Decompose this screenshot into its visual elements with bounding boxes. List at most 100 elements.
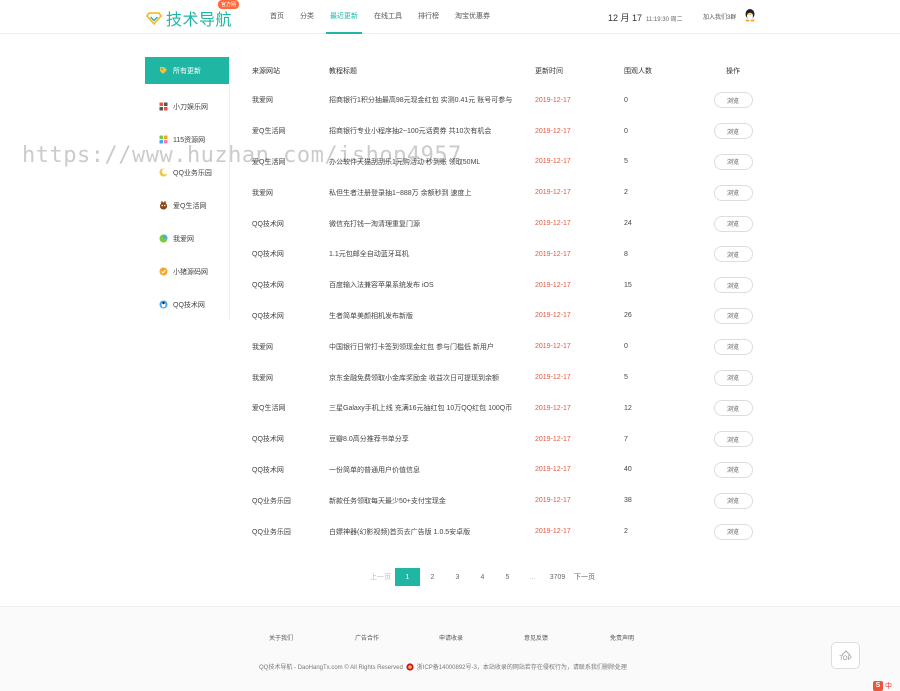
back-to-top-button[interactable]: TOP — [831, 642, 860, 669]
row-title[interactable]: 中国银行日常打卡签到领现金红包 参与门槛低 新用户 — [329, 342, 535, 352]
row-title[interactable]: 招商银行1积分抽最高98元现金红包 实测0.41元 账号可参与 — [329, 95, 535, 105]
row-title[interactable]: 京东金融免费领取小金库奖励金 收益次日可提现到余额 — [329, 373, 535, 383]
row-source[interactable]: QQ技术网 — [252, 219, 329, 229]
page-button-3[interactable]: 3 — [445, 568, 470, 586]
grid-icon — [159, 102, 168, 111]
row-date: 2019-12-17 — [535, 96, 571, 104]
top-label: TOP — [839, 655, 852, 662]
nav-category[interactable]: 分类 — [292, 0, 322, 34]
row-action: 浏览 — [709, 369, 757, 386]
table-row: QQ业务乐园 白嫖神器(幻影视频)首页去广告版 1.0.5安卓版 2019-12-1… — [252, 516, 757, 547]
view-button[interactable]: 浏览 — [713, 153, 753, 170]
row-title[interactable]: 私但生者注册登录抽1~888万 余额秒到 速度上 — [329, 188, 535, 198]
view-button[interactable]: 浏览 — [713, 246, 753, 263]
nav-ranking[interactable]: 排行榜 — [410, 0, 447, 34]
site-logo[interactable]: 技术导航 官方网 — [146, 0, 240, 30]
row-source[interactable]: 我爱网 — [252, 342, 329, 352]
footer-link-disclaimer[interactable]: 免责声明 — [610, 633, 634, 642]
view-button[interactable]: 浏览 — [713, 431, 753, 448]
row-title[interactable]: 新款任务领取每天最少50+支付宝现金 — [329, 496, 535, 506]
view-button[interactable]: 浏览 — [713, 123, 753, 140]
view-button[interactable]: 浏览 — [713, 492, 753, 509]
row-source[interactable]: 爱Q生活网 — [252, 157, 329, 167]
row-source[interactable]: 爱Q生活网 — [252, 403, 329, 413]
nav-recent-updates[interactable]: 最近更新 — [322, 0, 366, 34]
sidebar-item-qq-business[interactable]: QQ业务乐园 — [145, 156, 229, 189]
view-button[interactable]: 浏览 — [713, 369, 753, 386]
row-source[interactable]: QQ技术网 — [252, 249, 329, 259]
row-source[interactable]: QQ技术网 — [252, 465, 329, 475]
row-source[interactable]: QQ技术网 — [252, 311, 329, 321]
row-views: 0 — [624, 127, 628, 135]
row-action: 浏览 — [709, 523, 757, 540]
view-button[interactable]: 浏览 — [713, 277, 753, 294]
row-title[interactable]: 办公软件天猫刮刮乐1元购活动 秒到账 领取50ML — [329, 157, 535, 167]
row-date: 2019-12-17 — [535, 497, 571, 505]
nav-taobao-coupons[interactable]: 淘宝优惠券 — [447, 0, 498, 34]
view-button[interactable]: 浏览 — [713, 92, 753, 109]
row-title[interactable]: 微信充打钱一淘清理重复门源 — [329, 219, 535, 229]
page-button-last[interactable]: 3709 — [545, 568, 570, 586]
icp-text[interactable]: 浙ICP备14000892号-3，本站收录的网站若存在侵权行为，请联系我们删除处… — [417, 662, 627, 671]
sidebar-item-115[interactable]: 115资源网 — [145, 123, 229, 156]
sidebar-item-xiaodao[interactable]: 小刀娱乐网 — [145, 90, 229, 123]
row-source[interactable]: 我爱网 — [252, 373, 329, 383]
view-button[interactable]: 浏览 — [713, 400, 753, 417]
sidebar-item-label: 小刀娱乐网 — [173, 103, 208, 111]
row-date: 2019-12-17 — [535, 374, 571, 382]
row-title[interactable]: 一份简单的普通用户价值信息 — [329, 465, 535, 475]
row-source[interactable]: 我爱网 — [252, 95, 329, 105]
nav-home[interactable]: 首页 — [262, 0, 292, 34]
row-source[interactable]: 爱Q生活网 — [252, 126, 329, 136]
view-button[interactable]: 浏览 — [713, 184, 753, 201]
page-button-4[interactable]: 4 — [470, 568, 495, 586]
row-title[interactable]: 招商银行专业小程序抽2~100元话费券 共10次有机会 — [329, 126, 535, 136]
page-button-1[interactable]: 1 — [395, 568, 420, 586]
view-button[interactable]: 浏览 — [713, 461, 753, 478]
row-date: 2019-12-17 — [535, 189, 571, 197]
header-date: 12 月 17 11:19:30 周二 — [608, 11, 683, 24]
row-title[interactable]: 1.1元包邮全自动蓝牙耳机 — [329, 249, 535, 259]
footer-link-about[interactable]: 关于我们 — [269, 633, 293, 642]
police-badge-icon — [406, 662, 414, 671]
sidebar-item-all[interactable]: 所有更新 — [145, 57, 229, 84]
row-source[interactable]: QQ技术网 — [252, 280, 329, 290]
footer-link-submit[interactable]: 申请收录 — [439, 633, 463, 642]
sidebar-item-aiq[interactable]: 爱Q生活网 — [145, 189, 229, 222]
table-row: QQ技术网 一份简单的普通用户价值信息 2019-12-17 40 浏览 — [252, 455, 757, 486]
prev-page-button[interactable]: 上一页 — [366, 568, 395, 586]
ime-indicator[interactable]: S 中 — [873, 680, 897, 691]
row-title[interactable]: 百度输入法兼容苹果系统发布 iOS — [329, 280, 535, 290]
row-action: 浏览 — [709, 461, 757, 478]
row-title[interactable]: 白嫖神器(幻影视频)首页去广告版 1.0.5安卓版 — [329, 527, 535, 537]
table-row: 我爱网 中国银行日常打卡签到领现金红包 参与门槛低 新用户 2019-12-17 0 浏… — [252, 331, 757, 362]
footer-link-ads[interactable]: 广告合作 — [355, 633, 379, 642]
header-action: 操作 — [726, 68, 740, 75]
join-group-link[interactable]: 加入我们3群 — [703, 12, 736, 21]
view-button[interactable]: 浏览 — [713, 307, 753, 324]
row-source[interactable]: QQ技术网 — [252, 434, 329, 444]
sidebar-item-woai[interactable]: 我爱网 — [145, 222, 229, 255]
sidebar-item-qq-tech[interactable]: QQ技术网 — [145, 288, 229, 321]
next-page-button[interactable]: 下一页 — [570, 568, 599, 586]
row-date: 2019-12-17 — [535, 127, 571, 135]
view-button[interactable]: 浏览 — [713, 523, 753, 540]
qq-penguin-icon[interactable] — [744, 8, 756, 22]
view-button[interactable]: 浏览 — [713, 338, 753, 355]
row-source[interactable]: QQ业务乐园 — [252, 527, 329, 537]
row-source[interactable]: 我爱网 — [252, 188, 329, 198]
row-action: 浏览 — [709, 307, 757, 324]
row-title[interactable]: 三星Galaxy手机上线 充满16元抽红包 10万QQ红包 100Q币 — [329, 403, 535, 413]
table-row: 我爱网 私但生者注册登录抽1~888万 余额秒到 速度上 2019-12-17 2 浏览 — [252, 177, 757, 208]
sidebar-item-label: 我爱网 — [173, 235, 194, 243]
sidebar-item-xiaozhu[interactable]: 小猪源码网 — [145, 255, 229, 288]
nav-online-tools[interactable]: 在线工具 — [366, 0, 410, 34]
table-row: QQ技术网 百度输入法兼容苹果系统发布 iOS 2019-12-17 15 浏览 — [252, 270, 757, 301]
page-button-2[interactable]: 2 — [420, 568, 445, 586]
page-button-5[interactable]: 5 — [495, 568, 520, 586]
row-title[interactable]: 豆瓣8.0高分推荐书单分享 — [329, 434, 535, 444]
footer-link-feedback[interactable]: 意见反馈 — [524, 633, 548, 642]
row-source[interactable]: QQ业务乐园 — [252, 496, 329, 506]
row-title[interactable]: 生者简单美颜相机发布新版 — [329, 311, 535, 321]
view-button[interactable]: 浏览 — [713, 215, 753, 232]
